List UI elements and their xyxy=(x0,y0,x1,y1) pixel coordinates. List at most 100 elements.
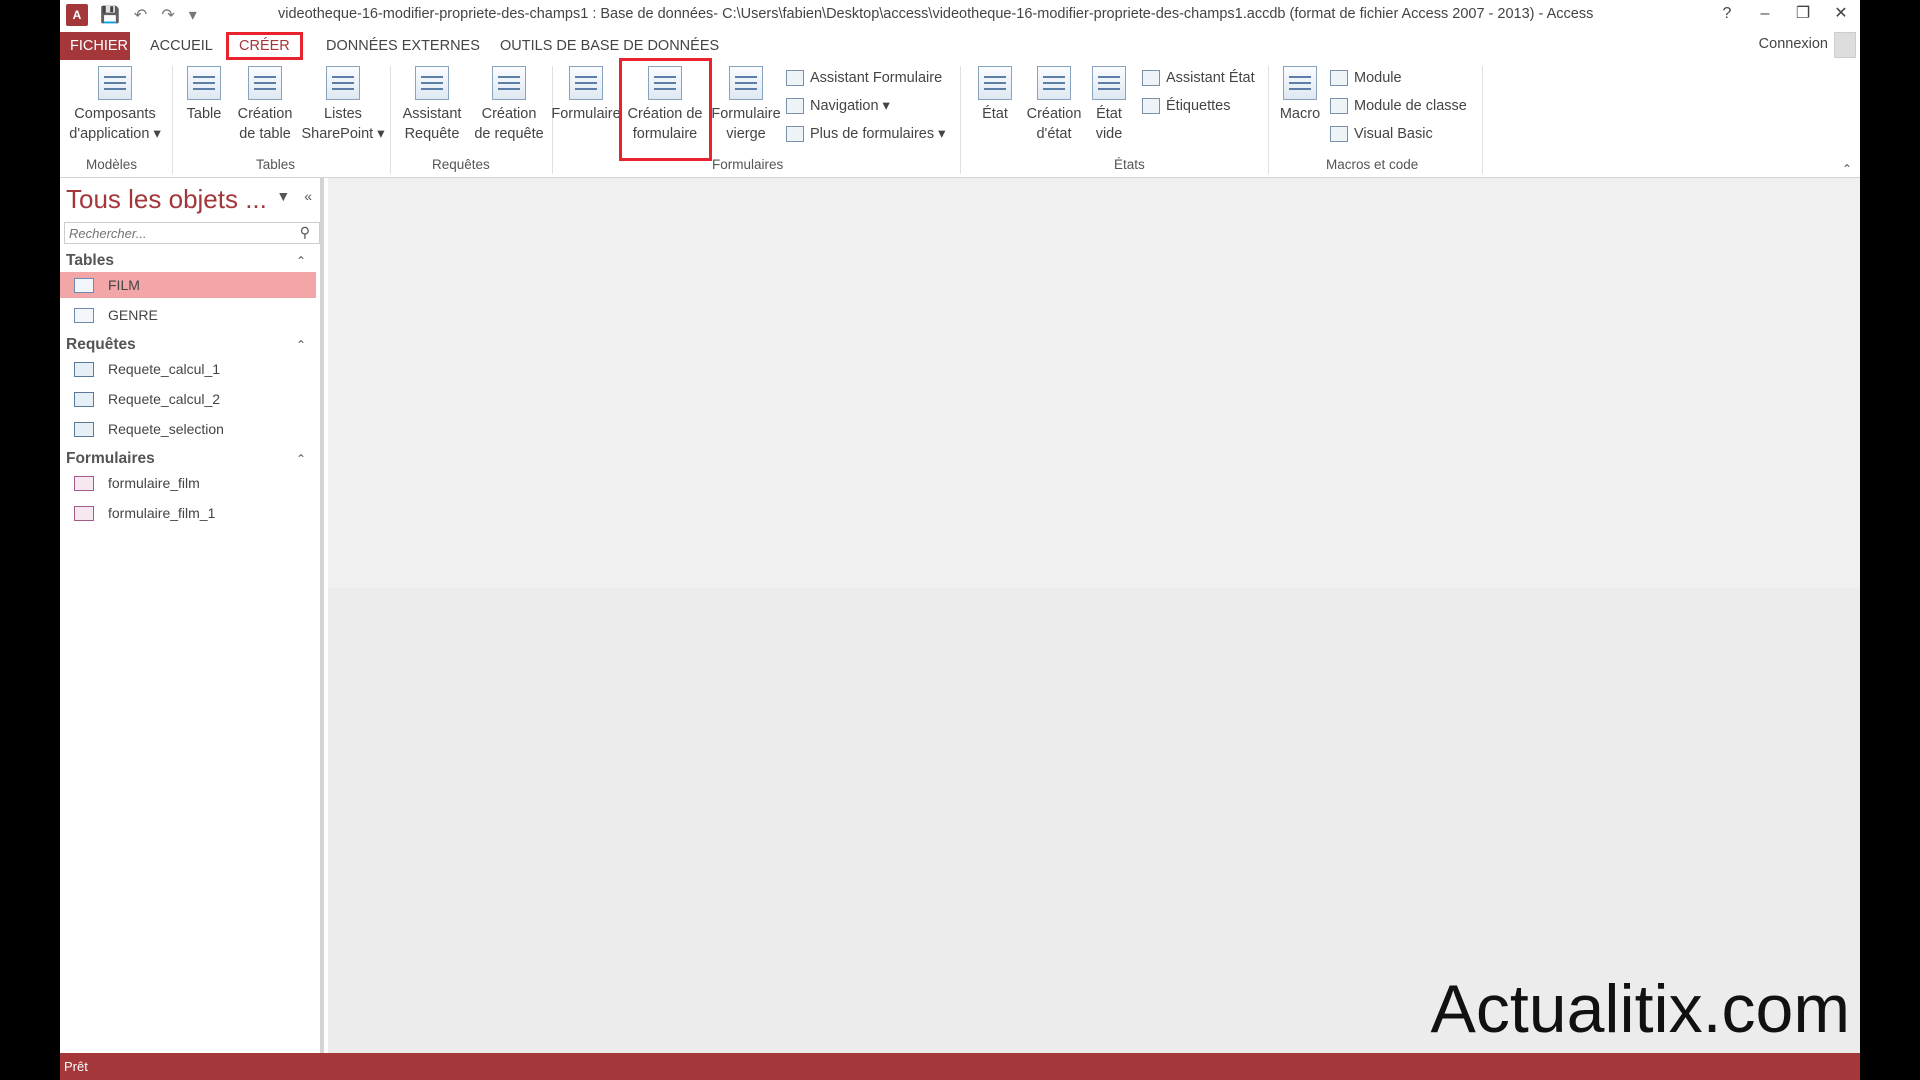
module-button[interactable]: Module xyxy=(1330,70,1402,86)
quick-access-toolbar: 💾 ↶ ↷ ▾ xyxy=(100,5,197,25)
creation-table-button[interactable]: Création de table xyxy=(232,60,298,144)
visual-basic-button[interactable]: Visual Basic xyxy=(1330,126,1433,142)
watermark-text: Actualitix.com xyxy=(1430,971,1850,1047)
group-label-modeles: Modèles xyxy=(86,157,138,172)
nav-item-requete-calcul-1[interactable]: Requete_calcul_1 xyxy=(60,356,316,382)
etiquettes-button[interactable]: Étiquettes xyxy=(1142,98,1231,114)
button-label: État xyxy=(982,106,1008,122)
restore-button[interactable]: ❐ xyxy=(1784,0,1822,30)
tutorial-highlight-box xyxy=(619,58,712,161)
button-label-line1: Création xyxy=(1026,106,1082,122)
group-label-etats: États xyxy=(1114,157,1145,172)
collapse-section-icon[interactable]: ⌃ xyxy=(296,452,306,466)
button-label-line2: de requête xyxy=(474,126,544,142)
formulaire-button[interactable]: Formulaire xyxy=(546,60,626,124)
window-controls: ? – ❐ ✕ xyxy=(1708,0,1860,30)
button-label: Visual Basic xyxy=(1354,126,1433,142)
customize-qat-icon[interactable]: ▾ xyxy=(189,5,197,25)
minimize-button[interactable]: – xyxy=(1746,0,1784,30)
button-label-line1: Création xyxy=(481,106,537,122)
button-label: Module xyxy=(1354,70,1402,86)
tab-creer[interactable]: CRÉER xyxy=(226,32,303,60)
status-text: Prêt xyxy=(64,1059,88,1074)
nav-item-requete-selection[interactable]: Requete_selection xyxy=(60,416,316,442)
button-label-line1: Création xyxy=(237,106,293,122)
button-label-line2: d'application ▾ xyxy=(69,126,161,142)
nav-item-label: Requete_selection xyxy=(108,421,224,437)
assistant-etat-button[interactable]: Assistant État xyxy=(1142,70,1255,86)
composants-application-button[interactable]: Composants d'application ▾ xyxy=(60,60,170,144)
signin-link[interactable]: Connexion xyxy=(1759,36,1828,52)
tab-outils-base-de-donnees[interactable]: OUTILS DE BASE DE DONNÉES xyxy=(490,32,729,60)
section-header-requetes[interactable]: Requêtes xyxy=(66,336,136,354)
button-label-line1: État xyxy=(1096,106,1122,122)
user-avatar[interactable] xyxy=(1834,32,1856,58)
collapse-ribbon-icon[interactable]: ⌃ xyxy=(1842,162,1852,176)
nav-item-requete-calcul-2[interactable]: Requete_calcul_2 xyxy=(60,386,316,412)
labels-icon xyxy=(1142,98,1160,114)
report-wizard-icon xyxy=(1142,70,1160,86)
button-label-line1: Formulaire xyxy=(711,106,781,122)
button-label: Table xyxy=(186,106,222,122)
etat-button[interactable]: État xyxy=(970,60,1020,124)
plus-de-formulaires-button[interactable]: Plus de formulaires ▾ xyxy=(786,126,945,142)
nav-item-label: FILM xyxy=(108,277,140,293)
button-label-line2: vide xyxy=(1095,126,1123,142)
nav-menu-chevron-icon[interactable]: ▼ xyxy=(276,188,290,204)
etat-vide-button[interactable]: État vide xyxy=(1084,60,1134,144)
nav-item-film[interactable]: FILM xyxy=(60,272,316,298)
button-label: Module de classe xyxy=(1354,98,1467,114)
formulaire-vierge-button[interactable]: Formulaire vierge xyxy=(706,60,786,144)
close-button[interactable]: ✕ xyxy=(1822,0,1860,30)
form-icon xyxy=(74,505,94,521)
button-label: Étiquettes xyxy=(1166,98,1231,114)
query-wizard-icon xyxy=(415,66,449,100)
button-label-line1: Listes xyxy=(324,106,362,122)
shutter-bar-collapse-icon[interactable]: « xyxy=(304,188,312,204)
assistant-formulaire-button[interactable]: Assistant Formulaire xyxy=(786,70,942,86)
listes-sharepoint-button[interactable]: Listes SharePoint ▾ xyxy=(300,60,386,144)
visual-basic-icon xyxy=(1330,126,1348,142)
undo-icon[interactable]: ↶ xyxy=(134,5,147,25)
save-icon[interactable]: 💾 xyxy=(100,5,120,25)
nav-item-label: formulaire_film_1 xyxy=(108,505,216,521)
navigation-button[interactable]: Navigation ▾ xyxy=(786,98,890,114)
section-header-formulaires[interactable]: Formulaires xyxy=(66,450,155,468)
button-label-line1: Composants xyxy=(74,106,156,122)
section-header-tables[interactable]: Tables xyxy=(66,252,114,270)
group-separator xyxy=(1268,66,1269,174)
collapse-section-icon[interactable]: ⌃ xyxy=(296,338,306,352)
redo-icon[interactable]: ↷ xyxy=(161,5,174,25)
ribbon-tabs: FICHIER ACCUEIL CRÉER DONNÉES EXTERNES O… xyxy=(60,30,1860,60)
creation-requete-button[interactable]: Création de requête xyxy=(470,60,548,144)
navigation-pane: Tous les objets ... ▼ « ⚲ Tables ⌃ FILM … xyxy=(60,178,324,1053)
status-bar: Prêt xyxy=(60,1053,1860,1080)
assistant-requete-button[interactable]: Assistant Requête xyxy=(394,60,470,144)
nav-item-genre[interactable]: GENRE xyxy=(60,302,316,328)
nav-search-input[interactable] xyxy=(64,222,320,244)
table-icon xyxy=(74,307,94,323)
group-label-formulaires: Formulaires xyxy=(712,157,784,172)
macro-button[interactable]: Macro xyxy=(1272,60,1328,124)
tab-fichier[interactable]: FICHIER xyxy=(60,32,130,60)
form-icon xyxy=(74,475,94,491)
search-icon[interactable]: ⚲ xyxy=(300,224,310,241)
workspace-area xyxy=(328,178,1860,588)
creation-etat-button[interactable]: Création d'état xyxy=(1022,60,1086,144)
nav-item-formulaire-film[interactable]: formulaire_film xyxy=(60,470,316,496)
tab-accueil[interactable]: ACCUEIL xyxy=(140,32,223,60)
form-icon xyxy=(569,66,603,100)
nav-pane-title[interactable]: Tous les objets ... xyxy=(66,184,267,215)
tab-donnees-externes[interactable]: DONNÉES EXTERNES xyxy=(316,32,490,60)
button-label-line2: Requête xyxy=(404,126,460,142)
table-icon xyxy=(187,66,221,100)
report-design-icon xyxy=(1037,66,1071,100)
module-de-classe-button[interactable]: Module de classe xyxy=(1330,98,1467,114)
collapse-section-icon[interactable]: ⌃ xyxy=(296,254,306,268)
help-button[interactable]: ? xyxy=(1708,0,1746,30)
button-label: Navigation ▾ xyxy=(810,98,890,114)
macro-icon xyxy=(1283,66,1317,100)
nav-item-formulaire-film-1[interactable]: formulaire_film_1 xyxy=(60,500,316,526)
table-button[interactable]: Table xyxy=(178,60,230,124)
group-label-requetes: Requêtes xyxy=(432,157,490,172)
